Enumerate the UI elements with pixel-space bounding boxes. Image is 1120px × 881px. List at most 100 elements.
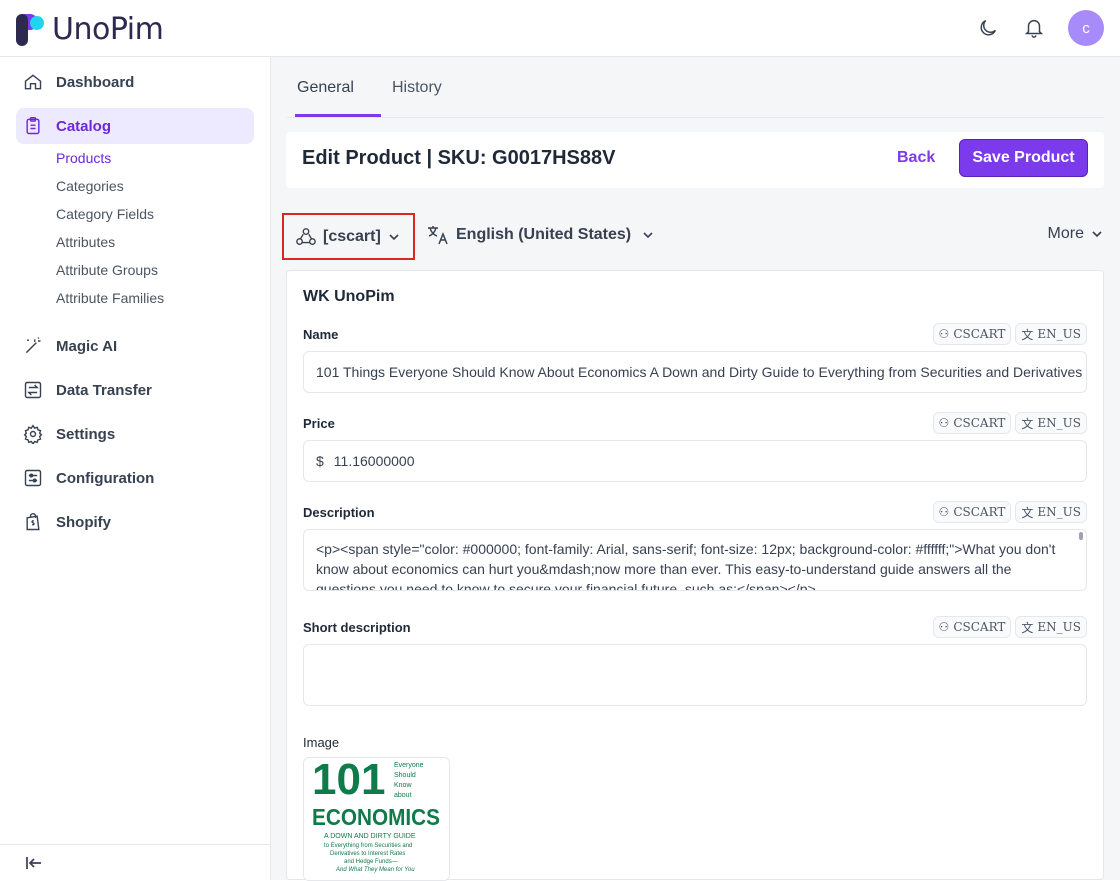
sidebar-item-configuration[interactable]: Configuration — [16, 460, 254, 496]
sidebar-item-label: Catalog — [56, 117, 112, 135]
sidebar-item-label: Configuration — [56, 469, 155, 487]
cover-word: Everyone — [394, 762, 424, 769]
sidebar-subitem-attribute-families[interactable]: Attribute Families — [56, 290, 164, 306]
chevron-down-icon — [389, 233, 399, 240]
product-image[interactable]: 101 Everyone Should Know about ECONOMICS… — [303, 757, 450, 881]
logo[interactable]: UnoPim — [16, 12, 164, 47]
textarea-scrollbar[interactable] — [1079, 532, 1083, 540]
top-bar: UnoPim c — [0, 0, 1120, 57]
translate-badge-icon: 文 — [1021, 416, 1034, 431]
more-menu[interactable]: More — [1048, 225, 1104, 243]
cover-line: And What They Mean for You — [335, 867, 415, 873]
notifications-button[interactable] — [1018, 12, 1050, 44]
sidebar-subitem-category-fields[interactable]: Category Fields — [56, 206, 154, 222]
channel-selector[interactable]: [cscart] — [282, 213, 415, 260]
magic-wand-icon — [22, 335, 44, 357]
description-badges: ⚇ CSCART 文 EN_US — [932, 501, 1087, 523]
more-label: More — [1047, 225, 1084, 242]
cover-word: Know — [394, 782, 412, 789]
logo-text: UnoPim — [52, 12, 164, 47]
chevron-down-icon — [643, 232, 653, 239]
sidebar-item-label: Dashboard — [56, 73, 135, 91]
channel-badge: ⚇ CSCART — [932, 616, 1012, 638]
cover-line: Derivatives to Interest Rates — [330, 851, 405, 857]
sliders-icon — [22, 467, 44, 489]
locale-value: English (United States) — [456, 226, 632, 243]
locale-selector[interactable]: English (United States) — [426, 223, 655, 247]
save-product-button[interactable]: Save Product — [959, 139, 1088, 177]
channel-badge-icon: ⚇ — [938, 327, 950, 341]
tab-general[interactable]: General — [297, 79, 354, 97]
translate-badge-icon: 文 — [1021, 505, 1034, 520]
short-description-textarea[interactable] — [303, 644, 1087, 706]
price-input[interactable]: $11.16000000 — [303, 440, 1087, 482]
sidebar-item-label: Settings — [56, 425, 116, 443]
section-title: WK UnoPim — [303, 288, 395, 305]
moon-icon — [980, 19, 997, 36]
translate-badge-icon: 文 — [1021, 620, 1034, 635]
locale-badge: 文 EN_US — [1015, 323, 1087, 345]
cover-number: 101 — [312, 758, 385, 804]
sidebar: Dashboard Catalog Products Categories Ca… — [0, 57, 271, 880]
locale-badge: 文 EN_US — [1015, 412, 1087, 434]
tab-history[interactable]: History — [392, 79, 442, 97]
price-label: Price — [303, 416, 335, 431]
sidebar-subitem-attributes[interactable]: Attributes — [56, 234, 115, 250]
sidebar-item-label: Data Transfer — [56, 381, 152, 399]
cover-word: Should — [394, 772, 416, 779]
cover-word: about — [394, 792, 412, 799]
collapse-sidebar-icon[interactable] — [24, 853, 44, 873]
book-cover-image: 101 Everyone Should Know about ECONOMICS… — [304, 758, 449, 880]
product-form-card: WK UnoPim Name ⚇ CSCART 文 EN_US 101 Things… — [286, 270, 1104, 881]
name-label: Name — [303, 327, 339, 342]
gear-icon — [22, 423, 44, 445]
page-title: Edit Product | SKU: G0017HS88V — [302, 147, 616, 169]
sidebar-item-magic-ai[interactable]: Magic AI — [16, 328, 254, 364]
locale-badge: 文 EN_US — [1015, 501, 1087, 523]
selector-row: [cscart] English (United States) More — [282, 213, 1104, 261]
channel-icon — [296, 227, 316, 245]
channel-badge: ⚇ CSCART — [932, 323, 1012, 345]
dark-mode-toggle[interactable] — [972, 12, 1004, 44]
sidebar-item-catalog[interactable]: Catalog — [16, 108, 254, 144]
sidebar-item-settings[interactable]: Settings — [16, 416, 254, 452]
description-textarea[interactable]: <p><span style="color: #000000; font-fam… — [303, 529, 1087, 591]
channel-badge: ⚇ CSCART — [932, 412, 1012, 434]
active-tab-indicator — [295, 114, 381, 117]
name-badges: ⚇ CSCART 文 EN_US — [932, 323, 1087, 345]
sidebar-item-dashboard[interactable]: Dashboard — [16, 64, 254, 100]
currency-symbol: $ — [316, 453, 324, 469]
page-header: Edit Product | SKU: G0017HS88V Back Save… — [286, 132, 1104, 188]
sidebar-item-label: Magic AI — [56, 337, 118, 355]
sidebar-subitem-categories[interactable]: Categories — [56, 178, 124, 194]
sidebar-item-shopify[interactable]: Shopify — [16, 504, 254, 540]
channel-badge-icon: ⚇ — [938, 416, 950, 430]
cover-line: to Everything from Securities and — [324, 843, 412, 849]
channel-badge-icon: ⚇ — [938, 620, 950, 634]
cover-line: and Hedge Funds— — [344, 859, 398, 865]
clipboard-list-icon — [22, 115, 44, 137]
cover-subtitle: A DOWN AND DIRTY GUIDE — [324, 833, 416, 840]
image-label: Image — [303, 735, 340, 750]
translate-badge-icon: 文 — [1021, 327, 1034, 342]
back-button[interactable]: Back — [897, 149, 935, 167]
sidebar-item-data-transfer[interactable]: Data Transfer — [16, 372, 254, 408]
locale-badge: 文 EN_US — [1015, 616, 1087, 638]
description-label: Description — [303, 505, 375, 520]
channel-badge: ⚇ CSCART — [932, 501, 1012, 523]
short-description-label: Short description — [303, 620, 411, 635]
chevron-down-icon — [1092, 231, 1102, 238]
price-badges: ⚇ CSCART 文 EN_US — [932, 412, 1087, 434]
sidebar-subitem-products[interactable]: Products — [56, 150, 111, 166]
home-icon — [22, 71, 44, 93]
user-avatar[interactable]: c — [1068, 10, 1104, 46]
sidebar-subitem-attribute-groups[interactable]: Attribute Groups — [56, 262, 158, 278]
unopim-logo-icon — [16, 13, 44, 46]
sidebar-footer — [0, 844, 270, 880]
sidebar-item-label: Shopify — [56, 513, 111, 531]
name-input[interactable]: 101 Things Everyone Should Know About Ec… — [303, 351, 1087, 393]
tabs: General History — [287, 57, 1104, 118]
channel-badge-icon: ⚇ — [938, 505, 950, 519]
translate-icon — [428, 226, 448, 245]
short-description-badges: ⚇ CSCART 文 EN_US — [932, 616, 1087, 638]
